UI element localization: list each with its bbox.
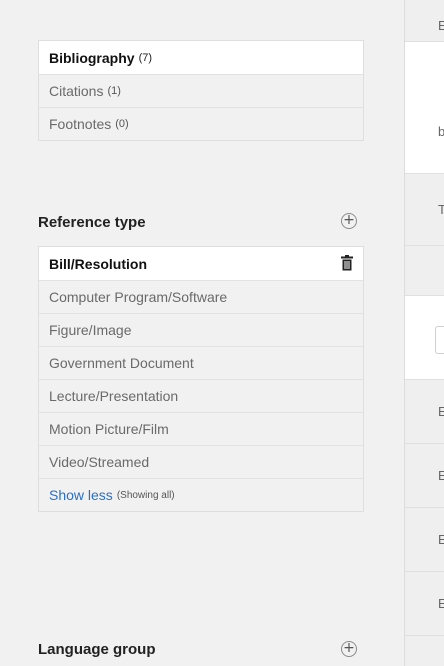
trash-icon[interactable]	[341, 255, 353, 271]
reference-type-item[interactable]: Computer Program/Software	[39, 280, 363, 313]
view-bibliography[interactable]: Bibliography (7)	[39, 41, 363, 74]
view-footnotes-label: Footnotes	[49, 116, 112, 132]
view-bibliography-label: Bibliography	[49, 49, 135, 66]
view-selector: Bibliography (7) Citations (1) Footnotes…	[38, 40, 364, 141]
right-row-text: T	[438, 202, 444, 217]
right-row-text: E	[438, 532, 444, 547]
show-less-link[interactable]: Show less	[49, 487, 113, 503]
right-row-text: b	[438, 124, 444, 139]
reference-type-title: Reference type	[38, 214, 146, 231]
language-group-title: Language group	[38, 641, 156, 658]
right-input-edge[interactable]	[435, 326, 444, 354]
reference-type-label: Government Document	[49, 355, 194, 371]
right-panel-edge: E b T E E E E	[404, 0, 444, 666]
show-less-toggle[interactable]: Show less (Showing all)	[39, 478, 363, 511]
reference-type-item[interactable]: Motion Picture/Film	[39, 412, 363, 445]
right-row-text: E	[438, 596, 444, 611]
reference-type-label: Figure/Image	[49, 322, 132, 338]
reference-type-label: Computer Program/Software	[49, 289, 228, 305]
view-citations-label: Citations	[49, 83, 104, 99]
right-row: E	[405, 0, 444, 42]
right-row-text: E	[438, 18, 444, 33]
right-row	[405, 246, 444, 296]
right-row-text: E	[438, 468, 444, 483]
view-bibliography-count: (7)	[138, 51, 153, 64]
right-row: b	[405, 42, 444, 174]
right-row[interactable]: E	[405, 508, 444, 572]
right-row[interactable]: E	[405, 380, 444, 444]
reference-type-list: Bill/Resolution Computer Program/Softwar…	[38, 246, 364, 512]
view-footnotes[interactable]: Footnotes (0)	[39, 107, 363, 140]
show-less-hint: (Showing all)	[116, 489, 175, 501]
view-citations[interactable]: Citations (1)	[39, 74, 363, 107]
reference-type-item[interactable]: Bill/Resolution	[39, 247, 363, 280]
reference-type-label: Video/Streamed	[49, 454, 150, 470]
add-language-group-button[interactable]: +	[341, 641, 357, 657]
reference-type-item[interactable]: Video/Streamed	[39, 445, 363, 478]
reference-type-label: Lecture/Presentation	[49, 388, 179, 404]
right-row[interactable]: E	[405, 572, 444, 636]
right-row	[405, 296, 444, 380]
reference-type-item[interactable]: Lecture/Presentation	[39, 379, 363, 412]
reference-type-label: Bill/Resolution	[49, 255, 147, 272]
reference-type-item[interactable]: Figure/Image	[39, 313, 363, 346]
reference-type-item[interactable]: Government Document	[39, 346, 363, 379]
add-reference-type-button[interactable]: +	[341, 213, 357, 229]
view-footnotes-count: (0)	[115, 118, 129, 130]
right-row-text: E	[438, 404, 444, 419]
right-row: T	[405, 174, 444, 246]
filter-sidebar: Bibliography (7) Citations (1) Footnotes…	[0, 0, 404, 666]
reference-type-label: Motion Picture/Film	[49, 421, 169, 437]
right-row[interactable]: E	[405, 444, 444, 508]
view-citations-count: (1)	[107, 85, 121, 97]
